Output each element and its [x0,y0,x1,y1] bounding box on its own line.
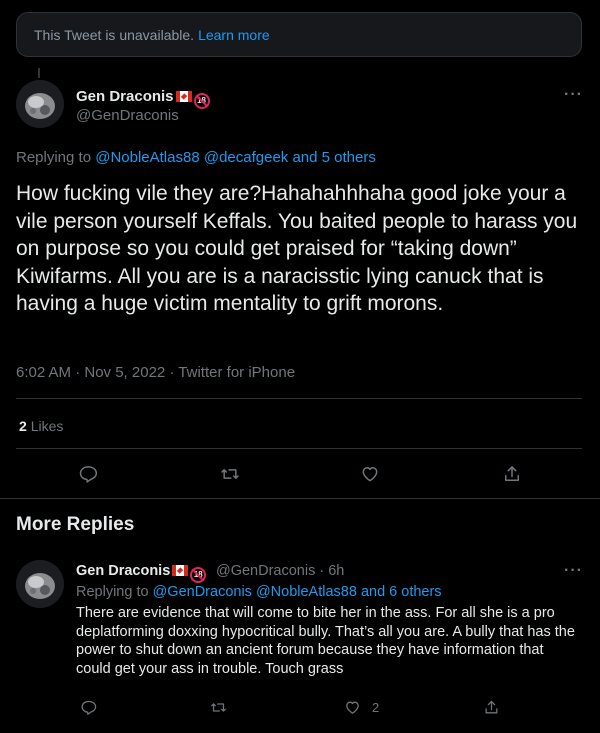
unavailable-text: This Tweet is unavailable. [34,27,195,43]
like-icon [345,701,359,714]
reply-author-name[interactable]: Gen Draconis 18 [76,563,207,583]
more-icon[interactable]: ··· [564,86,583,104]
retweet-button[interactable] [206,695,230,719]
reply-text: There are evidence that will come to bit… [76,605,575,677]
avatar[interactable] [16,80,64,128]
reply-icon [79,466,98,483]
share-button[interactable] [500,462,524,486]
reply-replying-to: Replying to @GenDraconis @NobleAtlas88 a… [76,584,442,600]
retweet-icon [221,469,239,479]
like-button[interactable] [358,462,382,486]
replying-prefix: Replying to [76,584,149,600]
canada-flag-icon [175,91,192,102]
reply-button[interactable] [76,462,100,486]
avatar-image [16,560,64,608]
unavailable-tweet-notice: This Tweet is unavailable. Learn more [16,12,582,57]
reply-button[interactable] [76,695,100,719]
author-name[interactable]: Gen Draconis 18 [76,88,210,109]
retweet-icon [210,702,226,712]
like-button[interactable] [340,695,364,719]
share-button[interactable] [479,695,503,719]
replying-mentions[interactable]: @GenDraconis @NobleAtlas88 and 6 others [153,584,442,600]
reply-icon [80,700,96,715]
reply-handle-time[interactable]: @GenDraconis · 6h [216,563,344,579]
like-icon [362,467,378,482]
divider [16,398,582,399]
no-under-18-icon: 18 [193,93,210,109]
more-replies-heading: More Replies [16,514,135,535]
share-icon [485,700,497,713]
no-under-18-icon: 18 [190,567,207,583]
likes-number: 2 [19,418,27,434]
tweet-text: How fucking vile they are?Hahahahhhaha g… [16,182,578,315]
replying-mentions[interactable]: @NobleAtlas88 @decafgeek and 5 others [95,149,376,166]
replying-to: Replying to @NobleAtlas88 @decafgeek and… [16,149,376,166]
more-icon[interactable]: ··· [564,562,583,580]
likes-count[interactable]: 2 Likes [19,418,63,434]
thread-connector [38,68,40,78]
share-icon [505,466,519,481]
likes-label: Likes [30,418,64,434]
reply-author-name-text: Gen Draconis [76,563,171,579]
avatar-image [16,80,64,128]
replying-prefix: Replying to [16,149,92,166]
learn-more-link[interactable]: Learn more [198,27,270,43]
divider [16,448,582,449]
reply-like-count: 2 [372,700,380,715]
author-name-text: Gen Draconis [76,88,174,105]
divider [0,498,600,499]
reply-avatar[interactable] [16,560,64,608]
author-handle[interactable]: @GenDraconis [76,107,179,124]
retweet-button[interactable] [218,462,242,486]
canada-flag-icon [172,565,189,576]
tweet-meta[interactable]: 6:02 AM · Nov 5, 2022 · Twitter for iPho… [16,364,295,381]
